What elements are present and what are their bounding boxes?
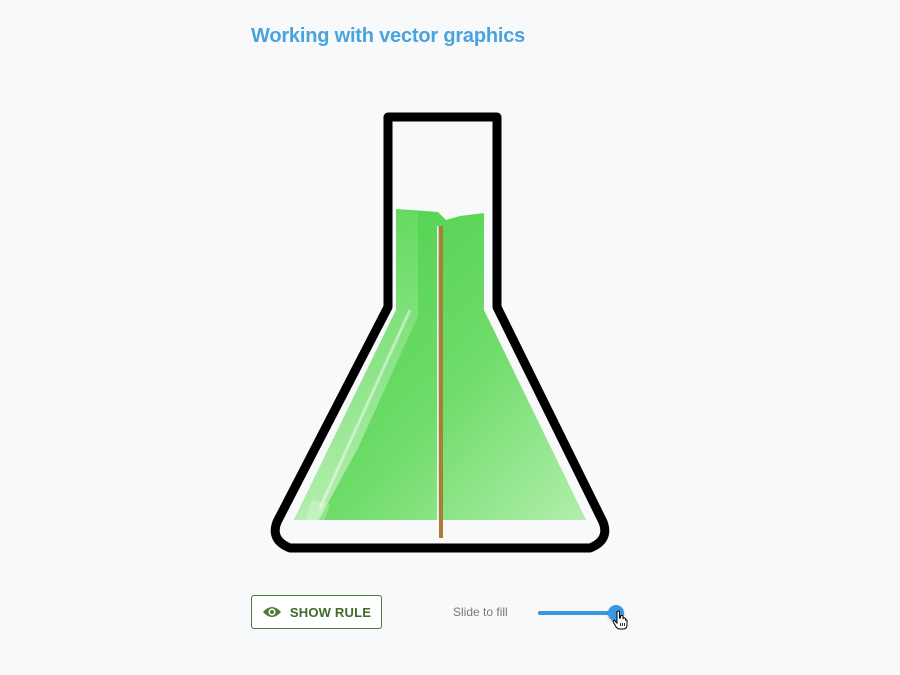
flask-graphic [260, 108, 620, 563]
hand-pointer-icon [612, 610, 628, 630]
show-rule-button[interactable]: SHOW RULE [251, 595, 382, 629]
app-page: Working with vector graphics SHOW RULE S… [0, 0, 900, 675]
rule-line [439, 226, 443, 538]
page-title: Working with vector graphics [251, 25, 526, 47]
show-rule-label: SHOW RULE [289, 604, 372, 620]
slider-fill [538, 611, 616, 615]
slider-label: Slide to fill [453, 605, 508, 619]
eye-icon [262, 607, 281, 617]
